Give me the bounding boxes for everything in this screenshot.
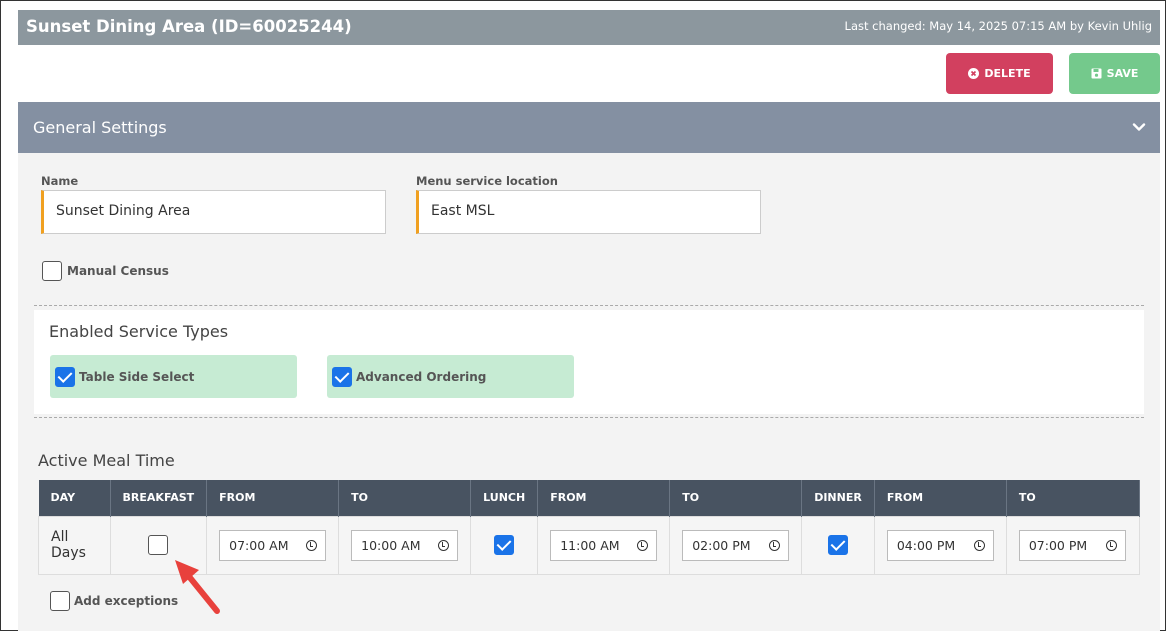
delete-button[interactable]: DELETE <box>946 53 1053 94</box>
general-settings-header[interactable]: General Settings <box>18 102 1160 153</box>
breakfast-from-input[interactable]: 07:00 AM <box>219 529 327 561</box>
lunch-from-input[interactable]: 11:00 AM <box>550 529 658 561</box>
breakfast-to-value: 10:00 AM <box>361 537 421 553</box>
dinner-from-value: 04:00 PM <box>896 537 956 553</box>
table-header-row: DAY BREAKFAST FROM TO LUNCH FROM TO DINN… <box>38 480 1141 516</box>
name-field[interactable]: Sunset Dining Area <box>41 190 386 234</box>
section-title: General Settings <box>33 118 167 137</box>
col-breakfast-to: TO <box>338 480 472 516</box>
add-exceptions-checkbox[interactable] <box>50 591 70 611</box>
breakfast-to-cell: 10:00 AM <box>338 515 472 575</box>
breakfast-to-input[interactable]: 10:00 AM <box>351 529 459 561</box>
col-lunch-to: TO <box>669 480 803 516</box>
dinner-to-value: 07:00 PM <box>1028 537 1088 553</box>
breakfast-checkbox[interactable] <box>148 535 169 555</box>
dinner-checkbox[interactable] <box>828 535 849 555</box>
col-breakfast-from: FROM <box>206 480 340 516</box>
clock-icon[interactable] <box>1105 539 1117 551</box>
save-button[interactable]: SAVE <box>1069 53 1160 94</box>
dinner-to-cell: 07:00 PM <box>1005 515 1141 575</box>
col-dinner-to: TO <box>1006 480 1141 516</box>
page-title: Sunset Dining Area (ID=60025244) <box>26 17 352 36</box>
service-tile-table-side-select[interactable]: Table Side Select <box>50 355 297 398</box>
lunch-to-input[interactable]: 02:00 PM <box>682 529 790 561</box>
lunch-from-cell: 11:00 AM <box>537 515 671 575</box>
clock-icon[interactable] <box>438 539 450 551</box>
clock-icon[interactable] <box>306 539 318 551</box>
dinner-to-input[interactable]: 07:00 PM <box>1018 529 1126 561</box>
advanced-ordering-checkbox[interactable] <box>332 367 352 387</box>
divider <box>34 417 1144 418</box>
active-meal-time-title: Active Meal Time <box>38 451 175 470</box>
service-tile-advanced-ordering[interactable]: Advanced Ordering <box>327 355 574 398</box>
lunch-cell <box>470 515 539 575</box>
clock-icon[interactable] <box>769 539 781 551</box>
service-types-title: Enabled Service Types <box>49 322 229 341</box>
lunch-from-value: 11:00 AM <box>560 537 620 553</box>
lunch-checkbox[interactable] <box>494 535 515 555</box>
save-label: SAVE <box>1106 67 1139 80</box>
menu-service-location-field[interactable]: East MSL <box>416 190 761 234</box>
manual-census-label: Manual Census <box>67 264 169 278</box>
divider <box>34 305 1144 306</box>
dinner-from-cell: 04:00 PM <box>873 515 1007 575</box>
col-lunch: LUNCH <box>470 480 539 516</box>
lunch-to-cell: 02:00 PM <box>669 515 803 575</box>
breakfast-from-value: 07:00 AM <box>229 537 289 553</box>
clock-icon[interactable] <box>637 539 649 551</box>
table-side-select-label: Table Side Select <box>79 370 195 384</box>
col-day: DAY <box>38 480 111 516</box>
menu-service-location-label: Menu service location <box>416 174 558 188</box>
dinner-from-input[interactable]: 04:00 PM <box>886 529 994 561</box>
clock-icon[interactable] <box>973 539 985 551</box>
name-label: Name <box>41 174 79 188</box>
day-value: All Days <box>51 529 86 561</box>
col-dinner: DINNER <box>801 480 875 516</box>
chevron-down-icon[interactable] <box>1132 119 1146 133</box>
title-bar: Sunset Dining Area (ID=60025244) Last ch… <box>18 10 1160 45</box>
delete-label: DELETE <box>984 67 1031 80</box>
col-dinner-from: FROM <box>874 480 1007 516</box>
red-arrow-icon <box>175 560 220 614</box>
col-lunch-from: FROM <box>537 480 671 516</box>
lunch-to-value: 02:00 PM <box>692 537 751 553</box>
day-cell: All Days <box>38 515 111 575</box>
last-changed-text: Last changed: May 14, 2025 07:15 AM by K… <box>844 19 1152 33</box>
x-circle-icon <box>968 68 980 79</box>
add-exceptions-label: Add exceptions <box>74 594 179 608</box>
manual-census-checkbox[interactable] <box>42 261 62 281</box>
window-frame: Sunset Dining Area (ID=60025244) Last ch… <box>0 0 1166 631</box>
floppy-disk-icon <box>1091 68 1102 79</box>
table-side-select-checkbox[interactable] <box>55 367 75 387</box>
dinner-cell <box>801 515 875 575</box>
col-breakfast: BREAKFAST <box>110 480 208 516</box>
advanced-ordering-label: Advanced Ordering <box>356 370 487 384</box>
